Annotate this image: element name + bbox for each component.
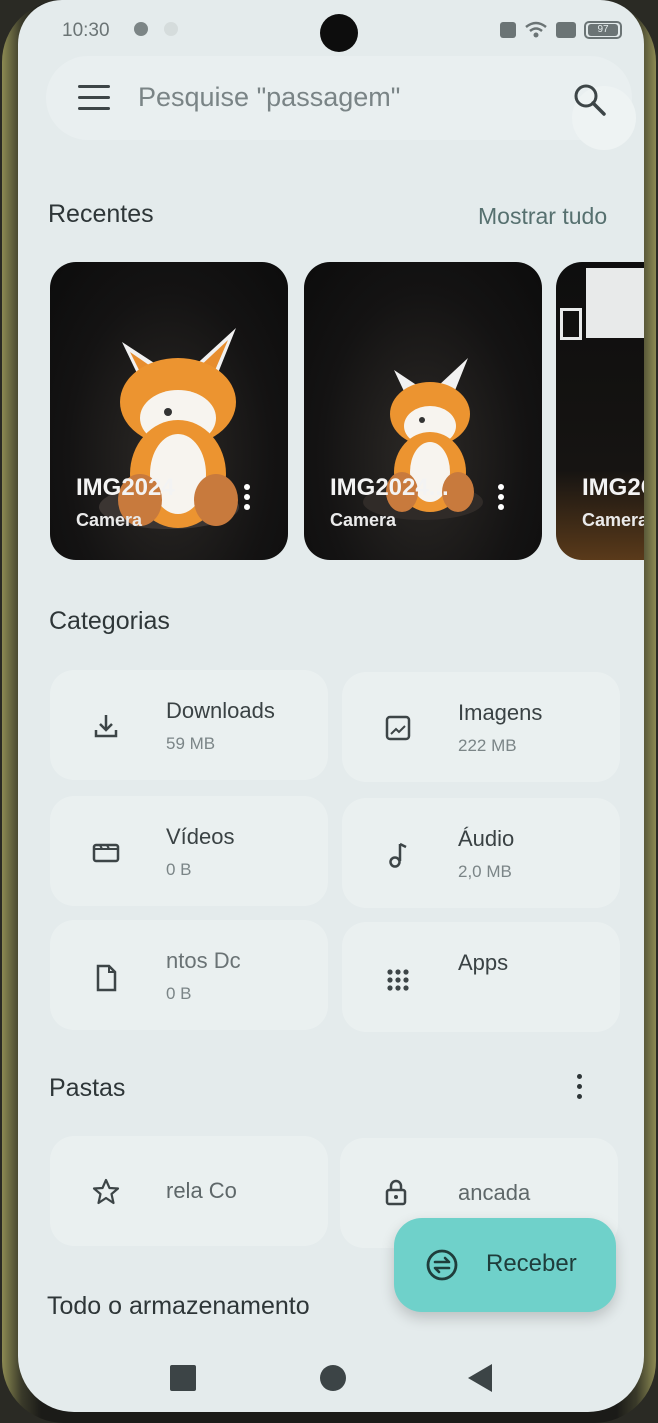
category-videos[interactable]: Vídeos 0 B	[50, 796, 328, 906]
recent-item-name: IMG2024...	[330, 474, 449, 501]
more-options-icon[interactable]	[498, 484, 506, 514]
category-apps[interactable]: Apps	[342, 922, 620, 1032]
category-label: Áudio	[458, 826, 515, 851]
sim-icon	[500, 22, 516, 38]
category-label: Imagens	[458, 700, 543, 725]
recent-item-name: IMG2C	[582, 474, 644, 501]
image-icon	[385, 715, 411, 741]
receive-icon	[426, 1249, 458, 1281]
category-downloads[interactable]: Downloads 59 MB	[50, 670, 328, 780]
folder-label: rela Co	[166, 1178, 237, 1203]
show-all-link[interactable]: Mostrar tudo	[478, 203, 607, 230]
recent-title: Recentes	[48, 200, 154, 228]
status-notification-icon	[134, 22, 148, 36]
video-icon	[92, 843, 120, 863]
search-bar[interactable]: Pesquise "passagem"	[46, 56, 636, 150]
battery-level: 97	[588, 24, 618, 36]
recent-item-source: Camera	[330, 510, 397, 530]
star-icon	[92, 1178, 120, 1205]
more-options-icon[interactable]	[244, 484, 252, 514]
signal-icon	[556, 22, 576, 38]
recents-nav-icon[interactable]	[170, 1365, 196, 1391]
category-size: 0 B	[166, 984, 192, 1003]
category-size: 2,0 MB	[458, 862, 512, 881]
category-size: 222 MB	[458, 736, 517, 755]
category-audio[interactable]: Áudio 2,0 MB	[342, 798, 620, 908]
search-icon[interactable]	[570, 80, 610, 120]
home-nav-icon[interactable]	[320, 1365, 346, 1391]
recent-item[interactable]: IMG2C Camera	[556, 262, 644, 560]
front-camera	[320, 14, 358, 52]
recent-item[interactable]: IMG2024 Camera	[50, 262, 288, 560]
folder-label: ancada	[458, 1180, 531, 1205]
category-label: Apps	[458, 950, 509, 975]
photo-content	[560, 308, 582, 340]
music-note-icon	[389, 842, 407, 868]
phone-screen: 10:30 97 Pesquise "passagem" Recentes Mo…	[18, 0, 644, 1412]
category-label: ntos Dc	[166, 948, 241, 973]
battery-icon: 97	[584, 21, 622, 39]
category-label: Vídeos	[166, 824, 235, 849]
category-images[interactable]: Imagens 222 MB	[342, 672, 620, 782]
download-icon	[94, 715, 118, 738]
folder-favorites[interactable]: rela Co	[50, 1136, 328, 1246]
menu-icon[interactable]	[78, 85, 110, 111]
folders-more-options-icon[interactable]	[577, 1074, 585, 1099]
recent-item-source: Camera	[76, 510, 143, 530]
document-icon	[96, 964, 117, 992]
receive-button[interactable]: Receber	[394, 1218, 616, 1312]
apps-grid-icon	[387, 969, 409, 991]
navigation-bar	[18, 1332, 644, 1412]
category-documents[interactable]: ntos Dc 0 B	[50, 920, 328, 1030]
status-time: 10:30	[62, 20, 110, 41]
category-size: 0 B	[166, 860, 192, 879]
lock-icon	[385, 1179, 407, 1206]
recent-item-name: IMG2024	[76, 474, 175, 501]
category-label: Downloads	[166, 698, 275, 723]
recent-item-source: Camera	[582, 510, 644, 530]
all-storage-title[interactable]: Todo o armazenamento	[47, 1292, 310, 1321]
search-input[interactable]: Pesquise "passagem"	[138, 82, 400, 113]
status-notification-icon	[164, 22, 178, 36]
back-nav-icon[interactable]	[468, 1364, 492, 1392]
receive-button-label: Receber	[486, 1250, 577, 1277]
folders-title: Pastas	[49, 1074, 126, 1102]
photo-content	[586, 268, 644, 338]
recent-item[interactable]: IMG2024... Camera	[304, 262, 542, 560]
wifi-icon	[525, 21, 547, 38]
category-size: 59 MB	[166, 734, 216, 753]
status-icons: 97	[500, 21, 622, 39]
categories-title: Categorias	[49, 607, 170, 635]
